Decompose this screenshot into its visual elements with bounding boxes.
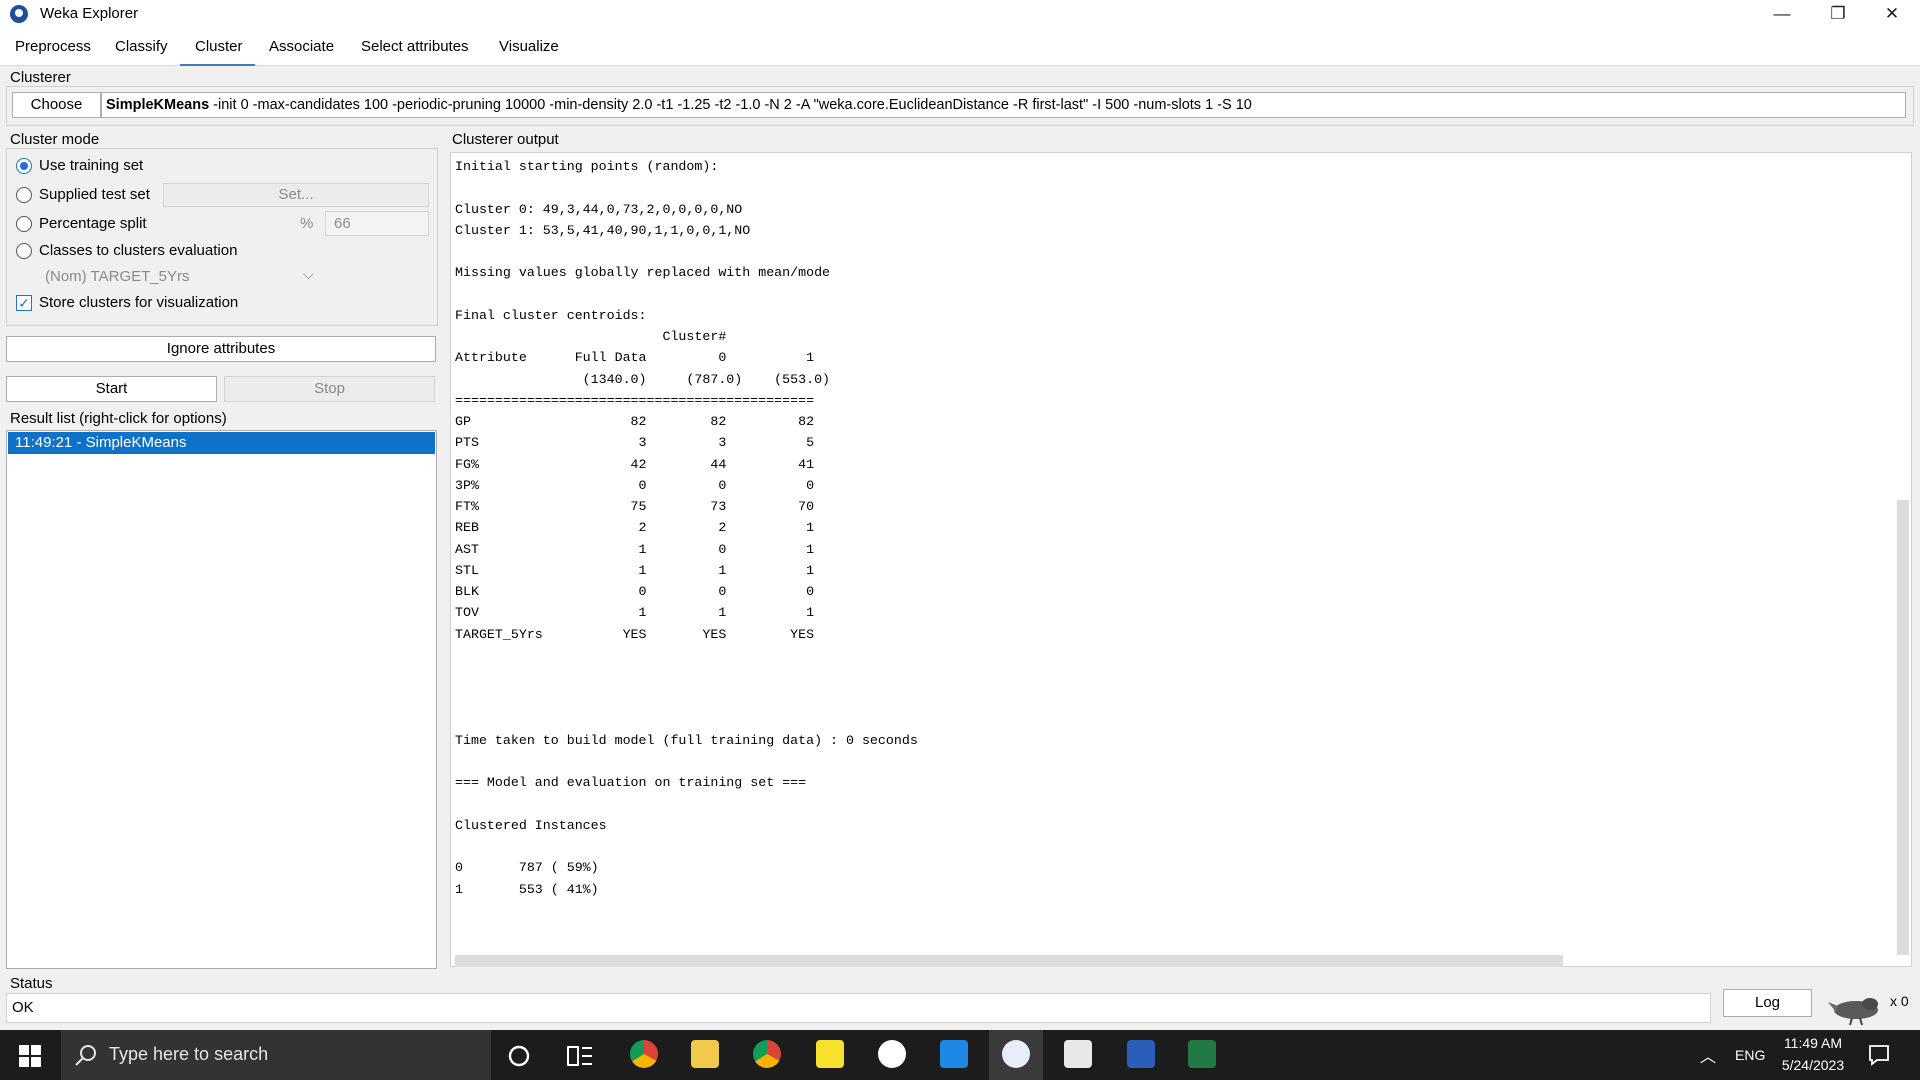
- output-vertical-scrollbar[interactable]: [1897, 500, 1909, 955]
- search-placeholder: Type here to search: [109, 1044, 269, 1064]
- vscode-icon[interactable]: [940, 1040, 968, 1068]
- store-clusters-label: Store clusters for visualization: [39, 294, 239, 311]
- file-explorer-icon[interactable]: [691, 1040, 719, 1068]
- weka-explorer-taskbar-icon[interactable]: [1002, 1040, 1030, 1068]
- excel-icon[interactable]: [1188, 1040, 1216, 1068]
- task-count: x 0: [1890, 993, 1909, 1009]
- minimize-button[interactable]: —: [1754, 0, 1810, 30]
- supplied-test-set-radio[interactable]: [16, 187, 32, 203]
- active-tab-indicator: [180, 64, 255, 66]
- cortana-icon[interactable]: [507, 1044, 531, 1068]
- percentage-split-input[interactable]: 66: [325, 211, 429, 236]
- start-button[interactable]: Start: [6, 376, 217, 402]
- weka-bird-icon: [1828, 998, 1878, 1026]
- clusterer-output-label: Clusterer output: [452, 131, 559, 148]
- tab-associate[interactable]: Associate: [269, 38, 334, 55]
- close-button[interactable]: ✕: [1864, 0, 1920, 30]
- tab-preprocess[interactable]: Preprocess: [15, 38, 91, 55]
- clusterer-algorithm-name: SimpleKMeans: [106, 97, 210, 113]
- word-icon[interactable]: [1127, 1040, 1155, 1068]
- clusterer-output-text: Initial starting points (random): Cluste…: [455, 159, 918, 897]
- status-text: OK: [6, 993, 1711, 1023]
- chrome-icon[interactable]: [753, 1040, 781, 1068]
- use-training-set-radio[interactable]: [16, 158, 32, 174]
- windows-start-icon[interactable]: [19, 1045, 41, 1067]
- supplied-test-set-label: Supplied test set: [39, 186, 150, 203]
- log-button[interactable]: Log: [1723, 989, 1812, 1017]
- search-icon: [75, 1045, 96, 1066]
- clusterer-config-field[interactable]: SimpleKMeans -init 0 -max-candidates 100…: [101, 92, 1906, 118]
- taskbar-search-box[interactable]: Type here to search: [61, 1030, 491, 1080]
- language-indicator[interactable]: ENG: [1735, 1047, 1765, 1063]
- choose-button[interactable]: Choose: [12, 92, 101, 118]
- show-hidden-icons-chevron[interactable]: ︿: [1700, 1043, 1716, 1067]
- tab-visualize[interactable]: Visualize: [499, 38, 559, 55]
- weka-taskbar-icon[interactable]: [878, 1040, 906, 1068]
- result-list-item[interactable]: 11:49:21 - SimpleKMeans: [8, 432, 435, 454]
- chevron-down-icon: ⌵: [303, 266, 314, 282]
- sticky-notes-icon[interactable]: [816, 1040, 844, 1068]
- clusterer-options: -init 0 -max-candidates 100 -periodic-pr…: [209, 97, 1252, 113]
- percentage-split-label: Percentage split: [39, 215, 147, 232]
- class-attribute-select[interactable]: (Nom) TARGET_5Yrs: [45, 268, 189, 285]
- tab-bar: Preprocess Classify Cluster Associate Se…: [0, 30, 1920, 66]
- weka-app-icon: [10, 5, 28, 23]
- classes-to-clusters-radio[interactable]: [16, 243, 32, 259]
- clock-date[interactable]: 5/24/2023: [1772, 1057, 1854, 1073]
- cluster-mode-group-label: Cluster mode: [10, 131, 100, 148]
- window-title: Weka Explorer: [40, 5, 139, 22]
- tab-classify[interactable]: Classify: [115, 38, 168, 55]
- store-clusters-checkbox[interactable]: ✓: [16, 295, 32, 311]
- clock-time[interactable]: 11:49 AM: [1778, 1035, 1848, 1051]
- tab-select-attributes[interactable]: Select attributes: [361, 38, 469, 55]
- stop-button[interactable]: Stop: [224, 376, 435, 402]
- tab-cluster[interactable]: Cluster: [195, 38, 243, 55]
- ignore-attributes-button[interactable]: Ignore attributes: [6, 336, 436, 362]
- maximize-button[interactable]: ❐: [1810, 0, 1866, 30]
- percentage-split-radio[interactable]: [16, 216, 32, 232]
- set-test-set-button[interactable]: Set...: [163, 183, 429, 207]
- percent-symbol: %: [300, 215, 314, 232]
- photos-icon[interactable]: [1064, 1040, 1092, 1068]
- classes-to-clusters-label: Classes to clusters evaluation: [39, 242, 238, 259]
- clusterer-group-label: Clusterer: [10, 69, 71, 86]
- output-horizontal-scrollbar[interactable]: [455, 955, 1563, 967]
- result-list[interactable]: [6, 430, 437, 969]
- result-list-label: Result list (right-click for options): [10, 410, 227, 427]
- use-training-set-label: Use training set: [39, 157, 144, 174]
- title-bar: Weka Explorer — ❐ ✕: [0, 0, 1920, 30]
- task-view-icon[interactable]: [567, 1044, 593, 1068]
- status-group-label: Status: [10, 975, 53, 992]
- chrome-profile-icon[interactable]: [630, 1040, 658, 1068]
- notifications-icon[interactable]: [1868, 1044, 1890, 1066]
